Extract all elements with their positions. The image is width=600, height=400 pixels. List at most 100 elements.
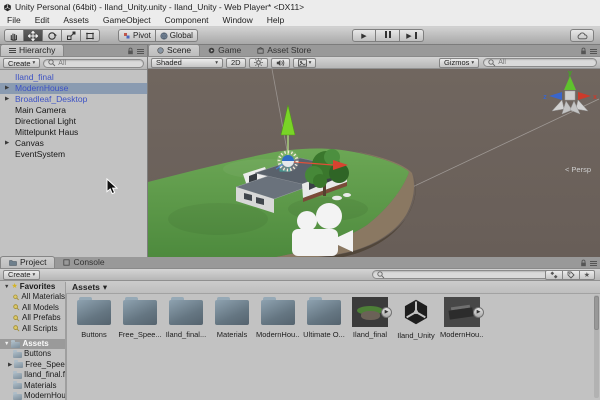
menu-component[interactable]: Component <box>158 14 216 27</box>
pivot-icon <box>124 32 130 38</box>
menu-assets[interactable]: Assets <box>56 14 96 27</box>
tree-item-free-speed[interactable]: ▶ Free_Speed <box>0 360 65 370</box>
menu-gameobject[interactable]: GameObject <box>96 14 158 27</box>
tab-asset-store[interactable]: Asset Store <box>249 44 319 56</box>
play-icon: ▶ <box>361 32 367 40</box>
asset-folder-iland-final[interactable]: Iland_final... <box>164 297 208 339</box>
lighting-toggle-button[interactable] <box>248 57 268 68</box>
lock-icon[interactable] <box>127 47 134 55</box>
hierarchy-item-canvas[interactable]: ▶ Canvas <box>0 138 147 149</box>
bench-object[interactable] <box>332 195 342 201</box>
expand-arrow-icon[interactable]: ▶ <box>8 360 12 370</box>
light-gizmo-icon[interactable] <box>277 150 299 172</box>
hierarchy-item-modernhouse[interactable]: ▶ ModernHouse <box>0 83 147 94</box>
tab-scene[interactable]: Scene <box>148 44 201 56</box>
tab-project[interactable]: Project <box>0 256 56 268</box>
hierarchy-item-iland-final[interactable]: Iland_final <box>0 72 147 83</box>
tree-item-all-scripts[interactable]: All Scripts <box>0 324 65 334</box>
hierarchy-toolbar: Create ▾ All <box>0 57 147 70</box>
scene-search-input[interactable]: All <box>483 58 597 67</box>
hierarchy-item-directional-light[interactable]: Directional Light <box>0 116 147 127</box>
hierarchy-item-broadleaf-desktop[interactable]: ▶ Broadleaf_Desktop <box>0 94 147 105</box>
folder-icon <box>13 370 22 379</box>
menu-file[interactable]: File <box>0 14 28 27</box>
grid-scrollbar[interactable] <box>594 295 599 398</box>
menu-window[interactable]: Window <box>216 14 260 27</box>
2d-toggle-button[interactable]: 2D <box>226 57 246 68</box>
asset-folder-buttons[interactable]: Buttons <box>72 297 116 339</box>
expand-badge-icon[interactable]: ▶ <box>381 307 392 318</box>
speaker-icon <box>276 59 284 66</box>
shading-mode-dropdown[interactable]: Shaded ▾ <box>151 57 223 68</box>
main-toolbar: Pivot Global ▶ ▶ <box>0 27 600 45</box>
pivot-toggle-button[interactable]: Pivot <box>118 29 156 42</box>
lock-icon[interactable] <box>580 259 587 267</box>
asset-model-modernhouse[interactable]: ▶ ModernHou... <box>440 297 484 339</box>
audio-toggle-button[interactable] <box>270 57 290 68</box>
asset-folder-ultimate[interactable]: Ultimate O... <box>302 297 346 339</box>
tree-item-buttons[interactable]: Buttons <box>0 349 65 359</box>
expand-badge-icon[interactable]: ▶ <box>473 307 484 318</box>
move-tool-button[interactable] <box>24 29 43 42</box>
rotate-tool-button[interactable] <box>43 29 62 42</box>
menu-edit[interactable]: Edit <box>28 14 57 27</box>
panel-menu-icon[interactable] <box>590 48 597 55</box>
hierarchy-item-mittelpunkt-haus[interactable]: Mittelpunkt Haus <box>0 127 147 138</box>
tab-console[interactable]: Console <box>55 256 112 268</box>
asset-folder-modernhouse[interactable]: ModernHou... <box>256 297 300 339</box>
hierarchy-list: Iland_final ▶ ModernHouse ▶ Broadleaf_Desk… <box>0 72 147 160</box>
scale-tool-button[interactable] <box>62 29 81 42</box>
tree-item-all-models[interactable]: All Models <box>0 303 65 313</box>
search-by-type-button[interactable] <box>544 269 563 280</box>
collapse-arrow-icon[interactable]: ▼ <box>4 339 9 349</box>
project-create-button[interactable]: Create ▾ <box>3 269 41 280</box>
expand-arrow-icon[interactable]: ▶ <box>5 138 9 149</box>
transform-tools <box>4 29 100 42</box>
globe-icon <box>160 31 168 40</box>
folder-icon <box>13 391 22 400</box>
effects-dropdown-button[interactable]: ▾ <box>292 57 317 68</box>
panel-menu-icon[interactable] <box>137 48 144 55</box>
hand-tool-button[interactable] <box>4 29 24 42</box>
step-button[interactable]: ▶ <box>400 29 424 42</box>
rect-tool-button[interactable] <box>81 29 100 42</box>
asset-folder-materials[interactable]: Materials <box>210 297 254 339</box>
project-search-input[interactable] <box>372 270 552 279</box>
asset-model-iland-final[interactable]: ▶ Iland_final <box>348 297 392 339</box>
play-button[interactable]: ▶ <box>352 29 376 42</box>
scrollbar-thumb[interactable] <box>594 296 599 330</box>
hierarchy-create-button[interactable]: Create ▾ <box>3 58 41 68</box>
expand-arrow-icon[interactable]: ▶ <box>5 83 9 94</box>
tree-item-modernhouse[interactable]: ModernHous <box>0 391 65 400</box>
hierarchy-panel: Hierarchy Create ▾ All Iland_final ▶ Moder… <box>0 44 148 257</box>
collapse-arrow-icon[interactable]: ▼ <box>4 282 9 292</box>
tree-item-materials[interactable]: Materials <box>0 381 65 391</box>
tab-hierarchy[interactable]: Hierarchy <box>0 44 65 56</box>
tree-item-iland-final[interactable]: Iland_final.f <box>0 370 65 380</box>
asset-folder-free-speed[interactable]: Free_Spee... <box>118 297 162 339</box>
assets-root[interactable]: ▼ Assets <box>0 338 65 350</box>
expand-arrow-icon[interactable]: ▶ <box>5 94 9 105</box>
tree-item-all-prefabs[interactable]: All Prefabs <box>0 313 65 323</box>
pause-button[interactable] <box>376 29 400 42</box>
global-toggle-button[interactable]: Global <box>155 29 198 42</box>
favorites-root[interactable]: ▼ ★ Favorites <box>0 282 65 292</box>
hierarchy-item-main-camera[interactable]: Main Camera <box>0 105 147 116</box>
gizmos-dropdown[interactable]: Gizmos ▾ <box>439 57 480 68</box>
cloud-services-button[interactable] <box>570 29 594 42</box>
hierarchy-item-eventsystem[interactable]: EventSystem <box>0 149 147 160</box>
search-by-label-button[interactable] <box>562 269 580 280</box>
saved-search-icon <box>13 294 19 301</box>
lock-icon[interactable] <box>580 47 587 55</box>
tree-item-all-materials[interactable]: All Materials <box>0 292 65 302</box>
hierarchy-search-input[interactable]: All <box>43 58 144 68</box>
bench-object[interactable] <box>343 193 351 197</box>
scene-viewport[interactable]: y x z < Persp <box>148 69 600 258</box>
breadcrumb-assets[interactable]: Assets <box>72 282 100 292</box>
persp-label[interactable]: < Persp <box>565 165 591 174</box>
menu-help[interactable]: Help <box>260 14 291 27</box>
tab-game[interactable]: Game <box>200 44 249 56</box>
asset-scene-iland-unity[interactable]: Iland_Unity <box>394 297 438 340</box>
save-search-button[interactable]: ★ <box>579 269 595 280</box>
panel-menu-icon[interactable] <box>590 260 597 267</box>
